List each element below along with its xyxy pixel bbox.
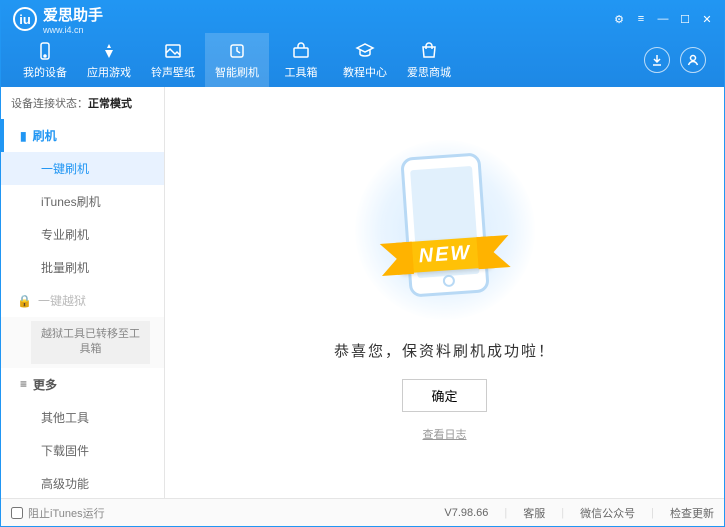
- minimize-button[interactable]: —: [654, 12, 672, 26]
- nav-smart-flash[interactable]: 智能刷机: [205, 33, 269, 87]
- nav-my-device[interactable]: 我的设备: [13, 33, 77, 87]
- status-wechat[interactable]: 微信公众号: [580, 505, 635, 521]
- maximize-button[interactable]: ☐: [676, 12, 694, 26]
- mall-icon: [418, 40, 440, 62]
- nav-label: 教程中心: [343, 64, 387, 80]
- nav-toolbox[interactable]: 工具箱: [269, 33, 333, 87]
- nav-label: 爱思商城: [407, 64, 451, 80]
- apps-icon: [98, 40, 120, 62]
- wallpaper-icon: [162, 40, 184, 62]
- group-more[interactable]: ≡ 更多: [1, 368, 164, 401]
- lock-icon: 🔒: [17, 294, 32, 308]
- version-label: V7.98.66: [444, 507, 488, 519]
- settings-icon[interactable]: ⚙: [610, 12, 628, 26]
- jailbreak-moved-note: 越狱工具已转移至工具箱: [31, 321, 150, 364]
- sidebar-item-download-firmware[interactable]: 下载固件: [1, 434, 164, 467]
- block-itunes-checkbox[interactable]: 阻止iTunes运行: [11, 505, 105, 521]
- top-nav: 我的设备 应用游戏 铃声壁纸 智能刷机 工具箱 教程中心: [1, 33, 724, 87]
- nav-label: 应用游戏: [87, 64, 131, 80]
- sidebar-item-other-tools[interactable]: 其他工具: [1, 401, 164, 434]
- view-log-link[interactable]: 查看日志: [423, 426, 467, 442]
- group-jailbreak: 🔒 一键越狱: [1, 284, 164, 317]
- nav-tutorials[interactable]: 教程中心: [333, 33, 397, 87]
- sidebar-item-oneclick-flash[interactable]: 一键刷机: [1, 152, 164, 185]
- flash-icon: [226, 40, 248, 62]
- toolbox-icon: [290, 40, 312, 62]
- sidebar-item-batch-flash[interactable]: 批量刷机: [1, 251, 164, 284]
- nav-label: 工具箱: [285, 64, 318, 80]
- group-flash[interactable]: ▮ 刷机: [1, 119, 164, 152]
- status-support[interactable]: 客服: [523, 505, 545, 521]
- nav-label: 智能刷机: [215, 64, 259, 80]
- new-ribbon: NEW: [399, 237, 490, 274]
- app-title: 爱思助手: [43, 4, 103, 25]
- user-button[interactable]: [680, 47, 706, 73]
- nav-apps-games[interactable]: 应用游戏: [77, 33, 141, 87]
- nav-mall[interactable]: 爱思商城: [397, 33, 461, 87]
- sidebar-item-advanced[interactable]: 高级功能: [1, 467, 164, 498]
- main-content: NEW 恭喜您，保资料刷机成功啦！ 确定 查看日志: [165, 87, 724, 498]
- tutorial-icon: [354, 40, 376, 62]
- title-bar: iu 爱思助手 www.i4.cn ⚙ ≡ — ☐ ✕: [1, 1, 724, 33]
- sidebar-item-itunes-flash[interactable]: iTunes刷机: [1, 185, 164, 218]
- download-button[interactable]: [644, 47, 670, 73]
- sidebar: 设备连接状态：正常模式 ▮ 刷机 一键刷机 iTunes刷机 专业刷机 批量刷机…: [1, 87, 165, 498]
- app-logo-icon: iu: [13, 7, 37, 31]
- nav-label: 我的设备: [23, 64, 67, 80]
- app-url: www.i4.cn: [43, 25, 103, 35]
- success-illustration: NEW: [370, 144, 520, 324]
- ok-button[interactable]: 确定: [402, 379, 486, 412]
- close-button[interactable]: ✕: [698, 12, 716, 26]
- phone-graphic: [400, 152, 490, 297]
- sidebar-item-pro-flash[interactable]: 专业刷机: [1, 218, 164, 251]
- phone-icon: ▮: [20, 129, 27, 143]
- nav-label: 铃声壁纸: [151, 64, 195, 80]
- connection-status: 设备连接状态：正常模式: [1, 87, 164, 119]
- success-message: 恭喜您，保资料刷机成功啦！: [334, 340, 555, 361]
- menu-icon[interactable]: ≡: [632, 12, 650, 26]
- status-check-update[interactable]: 检查更新: [670, 505, 714, 521]
- status-bar: 阻止iTunes运行 V7.98.66 | 客服 | 微信公众号 | 检查更新: [1, 498, 724, 526]
- more-icon: ≡: [20, 377, 27, 391]
- nav-ringtones[interactable]: 铃声壁纸: [141, 33, 205, 87]
- device-icon: [34, 40, 56, 62]
